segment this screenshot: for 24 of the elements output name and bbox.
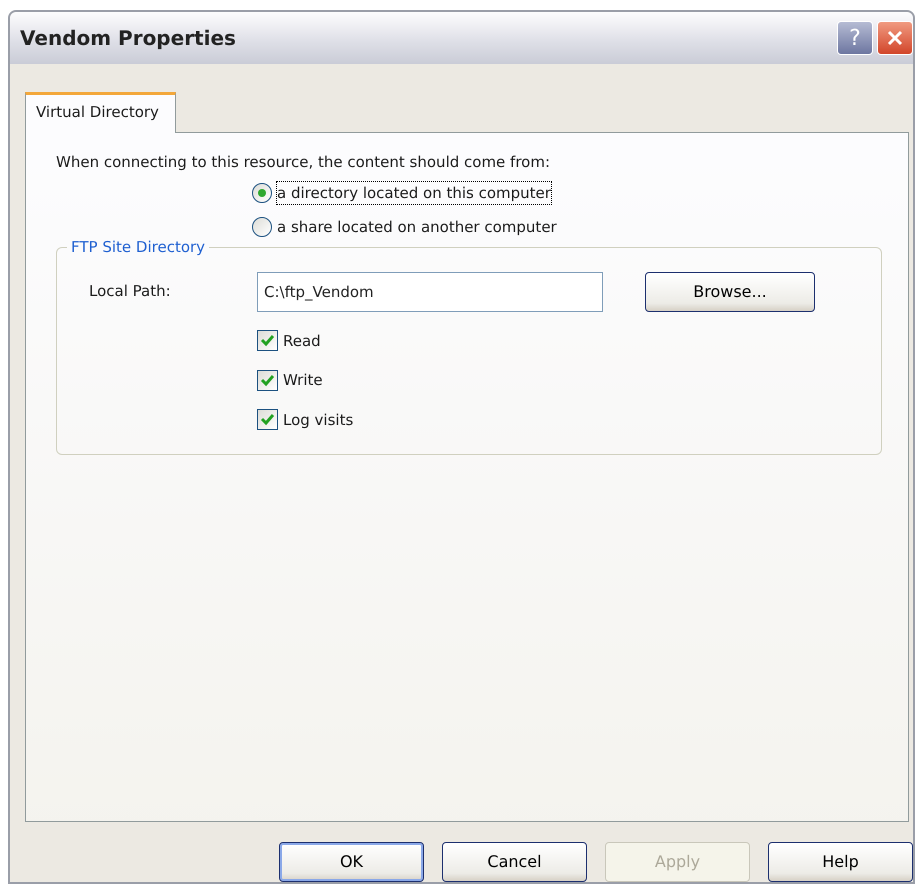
radio-button[interactable] [252,182,272,203]
check-icon [260,372,275,388]
prompt-text: When connecting to this resource, the content should come from: [56,152,552,173]
checkbox[interactable] [257,330,278,352]
field-label: Local Path: [89,281,172,302]
checkbox[interactable] [257,370,278,391]
path-field[interactable]: C:\ftp_Vendom [257,272,603,312]
checkbox-label: Write [283,370,323,391]
radio-button[interactable] [252,217,272,238]
option-label: a directory located on this computer [277,182,551,204]
browse-button[interactable]: Browse... [645,272,815,312]
dialog-button[interactable]: Cancel [442,842,587,882]
option-label: a share located on another computer [277,217,557,238]
dialog-button[interactable]: OK [279,842,424,882]
checkbox[interactable] [257,409,278,430]
check-icon [260,333,275,348]
check-icon [260,412,275,428]
close-icon [885,28,905,48]
checkbox-label: Read [283,330,321,352]
close-button[interactable] [877,21,913,55]
dialog-button[interactable]: Help [768,842,913,882]
checkbox-label: Log visits [283,410,354,430]
tab[interactable]: Virtual Directory [25,92,176,133]
window-title: Vendom Properties [20,25,236,52]
